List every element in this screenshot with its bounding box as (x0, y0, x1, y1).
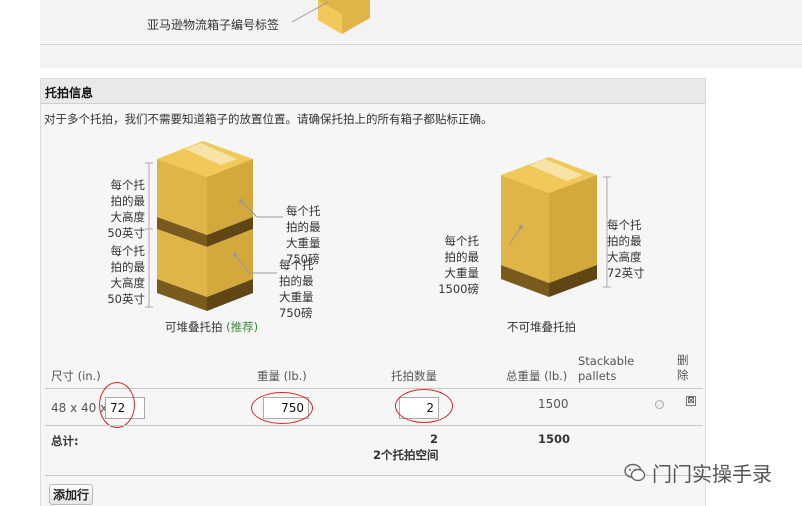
add-row-button[interactable]: 添加行 (49, 484, 94, 505)
row-divider (45, 425, 703, 426)
highlight-ring-count (395, 389, 453, 423)
totals-count: 2 (430, 432, 439, 446)
stackable-max-height-upper: 每个托 拍的最 大高度 50英寸 (107, 178, 145, 240)
pallet-info-panel: 托拍信息 对于多个托拍，我们不需要知道箱子的放置位置。请确保托拍上的所有箱子都贴… (40, 78, 706, 506)
stackable-max-height-lower: 每个托 拍的最 大高度 50英寸 (107, 244, 145, 306)
wechat-watermark: 门门实操手录 (624, 458, 772, 487)
recommended-tag: (推荐) (226, 320, 259, 334)
stackable-radio[interactable] (655, 400, 664, 409)
header-delete: 删 除 (677, 353, 689, 382)
panel-header: 托拍信息 (41, 79, 705, 104)
divider (40, 44, 802, 45)
totals-weight: 1500 (538, 432, 571, 446)
header-divider (45, 388, 703, 389)
watermark-text: 门门实操手录 (652, 462, 772, 486)
stackable-max-weight-lower: 每个托 拍的最 大重量 750磅 (279, 258, 314, 320)
header-weight: 重量 (lb.) (257, 369, 307, 383)
non-stackable-max-height: 每个托 拍的最 大高度 72英寸 (607, 218, 645, 280)
totals-pallet-space: 2个托拍空间 (373, 448, 439, 462)
header-stackable-pallets: Stackable pallets (578, 354, 635, 383)
fba-box-label-caption: 亚马逊物流箱子编号标签 (147, 18, 280, 32)
top-panel: 亚马逊物流箱子编号标签 (40, 0, 802, 68)
non-stackable-max-weight: 每个托 拍的最 大重量 1500磅 (438, 234, 479, 296)
panel-intro: 对于多个托拍，我们不需要知道箱子的放置位置。请确保托拍上的所有箱子都贴标正确。 (44, 112, 493, 126)
box-label-illustration (291, 0, 370, 34)
highlight-ring-height (99, 382, 135, 428)
totals-divider (45, 475, 703, 476)
stackable-caption-text: 可堆叠托拍 (165, 320, 223, 334)
stackable-caption: 可堆叠托拍 (推荐) (165, 319, 258, 335)
wechat-icon (624, 463, 646, 481)
non-stackable-caption: 不可堆叠托拍 (507, 320, 576, 334)
panel-title: 托拍信息 (45, 86, 94, 100)
row-total-weight: 1500 (538, 397, 569, 411)
header-dimensions: 尺寸 (in.) (51, 369, 101, 383)
header-pallet-count: 托拍数量 (391, 369, 437, 383)
highlight-ring-weight (251, 392, 313, 424)
header-total-weight: 总重量 (lb.) (506, 369, 568, 383)
delete-row-button[interactable]: ⊠ (686, 396, 696, 406)
totals-label: 总计: (51, 434, 79, 448)
